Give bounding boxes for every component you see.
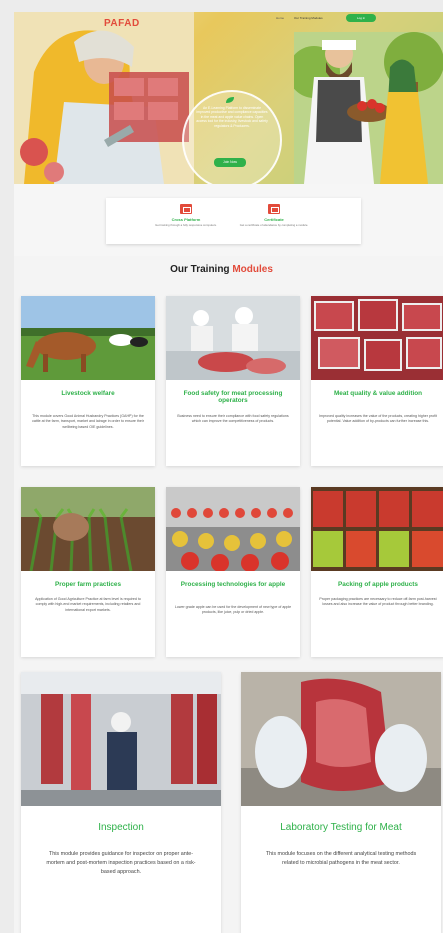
section-title-prefix: Our Training bbox=[170, 264, 233, 275]
cow-pasture-image bbox=[21, 296, 155, 380]
certificate-icon bbox=[268, 204, 280, 214]
apple-conveyor-image bbox=[166, 487, 300, 571]
module-card-meat-quality[interactable]: Meat quality & value addition Improved q… bbox=[311, 296, 443, 466]
hero-circle-overlay bbox=[182, 90, 282, 184]
feature-cross-platform: Cross Platform Get training through a fu… bbox=[146, 204, 226, 227]
feature-title: Certificate bbox=[264, 217, 284, 222]
apple-crates-image bbox=[311, 487, 443, 571]
feature-certificate: Certificate Get a certificate of attenda… bbox=[234, 204, 314, 227]
leaf-icon bbox=[226, 97, 234, 103]
seedlings-image bbox=[21, 487, 155, 571]
module-title[interactable]: Processing technologies for apple bbox=[172, 581, 294, 588]
module-card-food-safety[interactable]: Food safety for meat processing operator… bbox=[166, 296, 300, 466]
feature-desc: Get a certificate of attendance by compl… bbox=[239, 223, 309, 227]
hero-apple-farmers-illustration bbox=[294, 32, 443, 184]
hero-butcher-illustration bbox=[14, 12, 194, 184]
hero-banner: PAFAD Home Our Training Modules Log in A… bbox=[14, 12, 443, 184]
module-title[interactable]: Food safety for meat processing operator… bbox=[172, 390, 294, 405]
module-desc: Improved quality increases the value of … bbox=[319, 414, 437, 424]
nav-link-home[interactable]: Home bbox=[276, 16, 284, 20]
module-title[interactable]: Inspection bbox=[21, 822, 221, 833]
logo-tail-text: D bbox=[131, 18, 140, 29]
join-now-button[interactable]: Join Now bbox=[214, 158, 246, 167]
page: PAFAD Home Our Training Modules Log in A… bbox=[0, 0, 443, 933]
module-card-inspection[interactable]: Inspection This module provides guidance… bbox=[21, 672, 221, 933]
module-desc: Lower grade apple can be used for the de… bbox=[174, 605, 292, 615]
pafaid-logo[interactable]: PAFAD bbox=[104, 18, 140, 29]
module-card-packing-apple[interactable]: Packing of apple products Proper packagi… bbox=[311, 487, 443, 657]
module-desc: This module covers Good Animal Husbandry… bbox=[32, 414, 144, 429]
module-desc: This module focuses on the different ana… bbox=[265, 851, 417, 866]
module-title[interactable]: Meat quality & value addition bbox=[317, 390, 439, 397]
meat-processing-image bbox=[166, 296, 300, 380]
module-title[interactable]: Laboratory Testing for Meat bbox=[241, 822, 441, 833]
module-card-proper-farm-practices[interactable]: Proper farm practices Application of Goo… bbox=[21, 487, 155, 657]
nav-link-training-modules[interactable]: Our Training Modules bbox=[294, 16, 323, 20]
module-card-livestock-welfare[interactable]: Livestock welfare This module covers Goo… bbox=[21, 296, 155, 466]
monitor-icon bbox=[180, 204, 192, 214]
module-desc: Business need to ensure their compliance… bbox=[177, 414, 289, 424]
module-desc: Proper packaging practices are necessary… bbox=[319, 597, 437, 607]
module-card-processing-apple[interactable]: Processing technologies for apple Lower … bbox=[166, 487, 300, 657]
slaughterhouse-image bbox=[21, 672, 221, 806]
module-card-laboratory-testing[interactable]: Laboratory Testing for Meat This module … bbox=[241, 672, 441, 933]
feature-desc: Get training through a fully responsive … bbox=[155, 223, 217, 227]
hero-tagline: An E-Learning Platform to disseminate im… bbox=[196, 106, 268, 128]
module-desc: This module provides guidance for inspec… bbox=[46, 851, 196, 875]
module-title[interactable]: Packing of apple products bbox=[317, 581, 439, 588]
logo-main-text: PAFA bbox=[104, 18, 132, 29]
section-title: Our Training Modules bbox=[0, 264, 443, 275]
login-button[interactable]: Log in bbox=[346, 14, 376, 22]
features-box: Cross Platform Get training through a fu… bbox=[106, 198, 361, 244]
module-desc: Application of Good Agriculture Practice… bbox=[35, 597, 141, 612]
meat-lab-image bbox=[241, 672, 441, 806]
section-title-highlight: Modules bbox=[232, 264, 273, 275]
module-title[interactable]: Proper farm practices bbox=[27, 581, 149, 588]
feature-title: Cross Platform bbox=[171, 217, 201, 222]
module-title[interactable]: Livestock welfare bbox=[27, 390, 149, 397]
packaged-meat-image bbox=[311, 296, 443, 380]
